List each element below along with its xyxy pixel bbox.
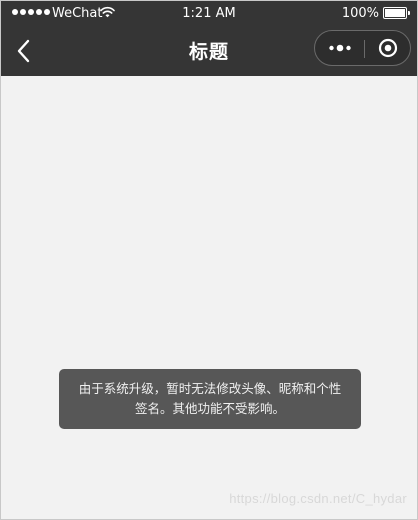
close-button[interactable] bbox=[365, 31, 411, 65]
more-button[interactable] bbox=[315, 31, 364, 65]
close-target-icon bbox=[378, 38, 398, 58]
phone-screen: WeChat 1:21 AM 100% 标题 由于系统升级，暂时无法修改头像、昵… bbox=[0, 0, 418, 520]
battery-percentage: 100% bbox=[341, 6, 379, 21]
more-dots-icon bbox=[328, 44, 351, 52]
status-bar: WeChat 1:21 AM 100% bbox=[1, 1, 417, 27]
battery-icon bbox=[383, 7, 410, 19]
header: WeChat 1:21 AM 100% 标题 bbox=[1, 1, 417, 76]
toast-message: 由于系统升级，暂时无法修改头像、昵称和个性签名。其他功能不受影响。 bbox=[59, 369, 361, 429]
mini-program-capsule bbox=[314, 30, 411, 66]
watermark: https://blog.csdn.net/C_hydar bbox=[229, 491, 407, 506]
